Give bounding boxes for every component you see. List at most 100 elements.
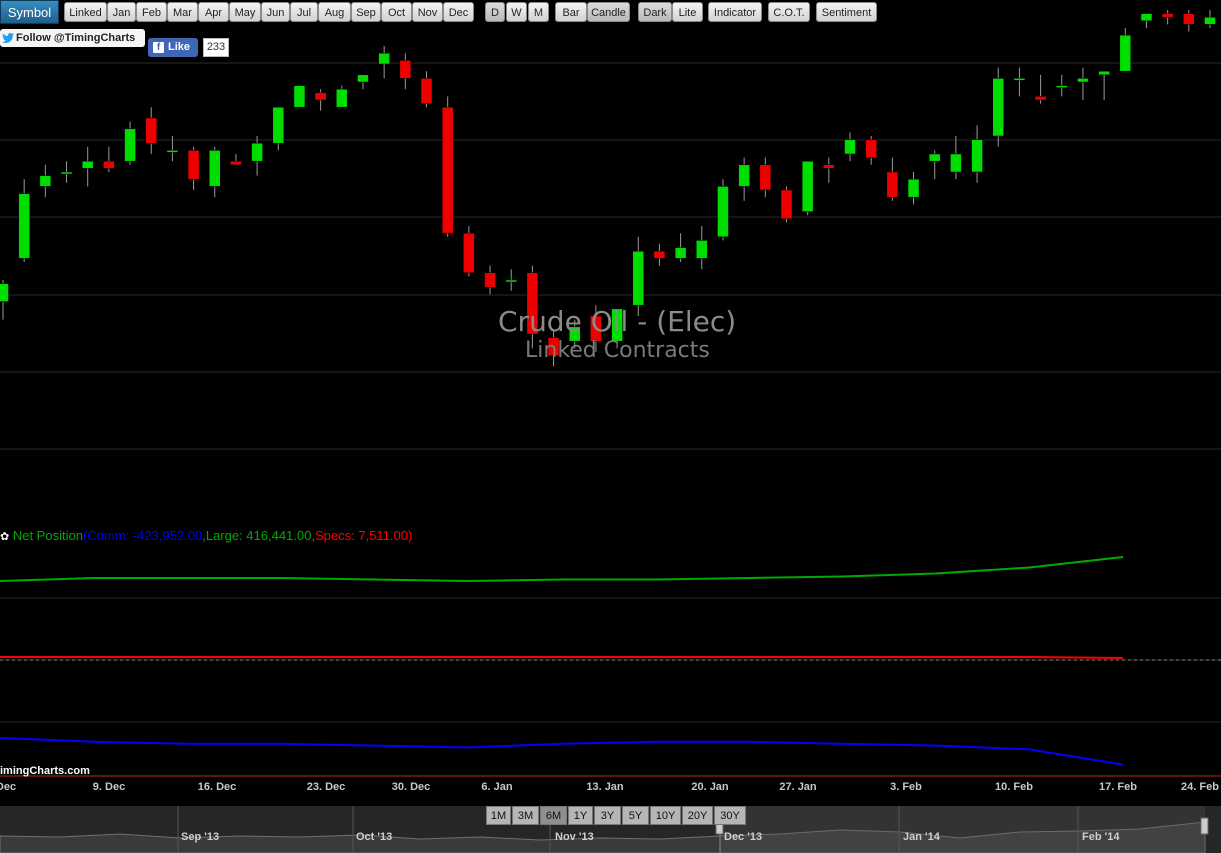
candle-body — [675, 248, 686, 259]
candle-body — [315, 93, 326, 100]
candle-body — [717, 186, 728, 236]
candle-body — [463, 233, 474, 273]
candle-body — [146, 118, 157, 143]
candle-body — [972, 140, 983, 172]
candle-body — [1120, 35, 1131, 71]
x-tick-label: 16. Dec — [198, 781, 237, 793]
candle-body — [887, 172, 898, 197]
range-button-3y[interactable]: 3Y — [594, 806, 621, 825]
candle-body — [485, 273, 496, 287]
navigator-date-label: Dec '13 — [724, 831, 762, 843]
candle-body — [103, 161, 114, 168]
candle-body — [760, 165, 771, 190]
navigator-date-label: Jan '14 — [903, 831, 940, 843]
candle-body — [781, 190, 792, 219]
twitter-icon — [2, 33, 14, 43]
x-tick-label: 3. Feb — [890, 781, 922, 793]
candle-body — [1077, 78, 1088, 82]
navigator-date-label: Feb '14 — [1082, 831, 1119, 843]
x-tick-label: Dec — [0, 781, 16, 793]
navigator-date-label: Oct '13 — [356, 831, 392, 843]
range-button-3m[interactable]: 3M — [512, 806, 539, 825]
x-tick-label: 13. Jan — [586, 781, 623, 793]
range-button-5y[interactable]: 5Y — [622, 806, 649, 825]
follow-label: Follow @TimingCharts — [16, 29, 135, 47]
x-tick-label: 6. Jan — [481, 781, 512, 793]
facebook-like-button[interactable]: f Like — [148, 38, 198, 57]
candle-body — [908, 179, 919, 197]
x-tick-label: 10. Feb — [995, 781, 1033, 793]
candle-body — [993, 78, 1004, 136]
candle-body — [230, 161, 241, 165]
candle-body — [400, 60, 411, 78]
legend-large: Large: 416,441.00 — [206, 528, 312, 543]
indicator-name: Net Position — [13, 528, 83, 543]
candle-body — [252, 143, 263, 161]
candle-body — [929, 154, 940, 161]
candle-body — [273, 107, 284, 143]
candle-body — [823, 165, 834, 169]
candle-body — [1014, 78, 1025, 80]
series-line-large — [0, 557, 1123, 581]
candle-body — [82, 161, 93, 168]
range-button-6m[interactable]: 6M — [540, 806, 567, 825]
candle-body — [209, 150, 220, 186]
navigator-date-label: Nov '13 — [555, 831, 594, 843]
range-button-30y[interactable]: 30Y — [714, 806, 746, 825]
candle-body — [802, 161, 813, 211]
range-button-20y[interactable]: 20Y — [682, 806, 713, 825]
site-credit: imingCharts.com — [0, 765, 90, 777]
candle-body — [1035, 96, 1046, 100]
candle-body — [696, 240, 707, 258]
candle-body — [633, 251, 644, 305]
candle-body — [866, 140, 877, 158]
x-tick-label: 30. Dec — [392, 781, 431, 793]
candle-body — [421, 78, 432, 103]
candle-body — [1183, 14, 1194, 25]
candle-body — [1056, 86, 1067, 88]
x-tick-label: 23. Dec — [307, 781, 346, 793]
range-button-1y[interactable]: 1Y — [568, 806, 593, 825]
candle-body — [506, 280, 517, 282]
navigator-date-label: Sep '13 — [181, 831, 219, 843]
indicator-legend: ✿ Net Position(Comm: -423,952.00,Large: … — [0, 528, 412, 543]
candle-body — [167, 150, 178, 152]
x-tick-label: 27. Jan — [779, 781, 816, 793]
candle-body — [1099, 71, 1110, 75]
candle-body — [654, 251, 665, 258]
price-chart[interactable] — [0, 0, 1221, 853]
candle-body — [1205, 17, 1216, 24]
candle-body — [188, 150, 199, 179]
candle-body — [40, 176, 51, 187]
series-line-comm — [0, 738, 1123, 765]
candle-body — [739, 165, 750, 187]
candle-body — [442, 107, 453, 233]
facebook-icon: f — [153, 42, 164, 53]
chart-watermark-title: Crude Oil - (Elec) — [498, 305, 736, 338]
twitter-follow-button[interactable]: Follow @TimingCharts — [0, 29, 145, 47]
like-label: Like — [168, 38, 190, 57]
x-tick-label: 17. Feb — [1099, 781, 1137, 793]
legend-comm: Comm: -423,952.00 — [87, 528, 202, 543]
candle-body — [845, 140, 856, 154]
candle-body — [379, 53, 390, 64]
candle-body — [61, 172, 72, 174]
navigator-handle[interactable] — [1201, 818, 1208, 834]
chart-watermark-subtitle: Linked Contracts — [525, 338, 710, 363]
candle-body — [1162, 14, 1173, 18]
candle-body — [19, 194, 30, 259]
gear-icon[interactable]: ✿ — [0, 531, 9, 543]
candle-body — [357, 75, 368, 82]
x-tick-label: 24. Feb — [1181, 781, 1219, 793]
candle-body — [294, 86, 305, 108]
range-button-10y[interactable]: 10Y — [650, 806, 681, 825]
candle-body — [125, 129, 136, 161]
x-tick-label: 20. Jan — [691, 781, 728, 793]
legend-specs: Specs: 7,511.00 — [315, 528, 408, 543]
candle-body — [950, 154, 961, 172]
candle-body — [0, 284, 9, 302]
like-count: 233 — [203, 38, 229, 57]
range-button-1m[interactable]: 1M — [486, 806, 511, 825]
x-tick-label: 9. Dec — [93, 781, 125, 793]
legend-close-paren: ) — [408, 528, 412, 543]
